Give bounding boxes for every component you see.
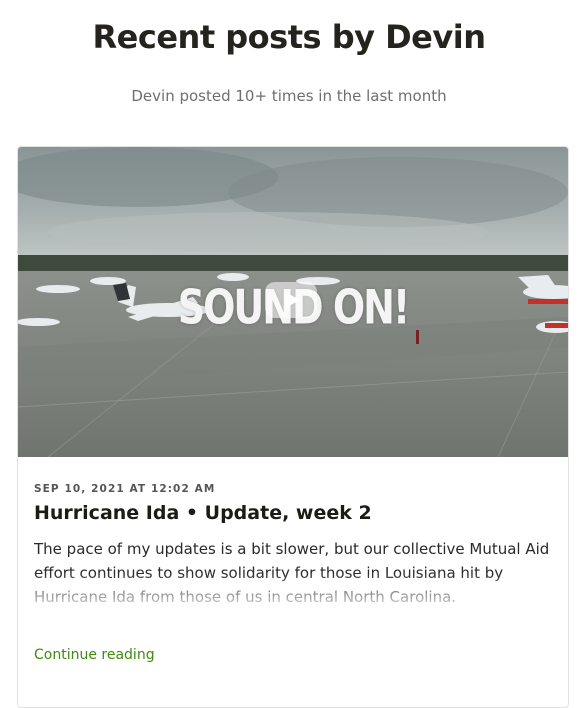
post-excerpt: The pace of my updates is a bit slower, … xyxy=(34,537,552,609)
video-thumbnail[interactable]: SOUND ON! xyxy=(18,147,568,457)
post-title-link[interactable]: Hurricane Ida • Update, week 2 xyxy=(34,502,552,524)
play-icon xyxy=(285,292,300,308)
post-date: SEP 10, 2021 AT 12:02 AM xyxy=(34,483,216,495)
play-button[interactable] xyxy=(265,282,317,318)
page-title: Recent posts by Devin xyxy=(92,18,486,56)
continue-reading-link[interactable]: Continue reading xyxy=(34,647,155,663)
post-card[interactable]: SOUND ON! SEP 10, 2021 AT 12:02 AM Hurri… xyxy=(17,146,569,708)
page-subtitle: Devin posted 10+ times in the last month xyxy=(131,87,447,105)
